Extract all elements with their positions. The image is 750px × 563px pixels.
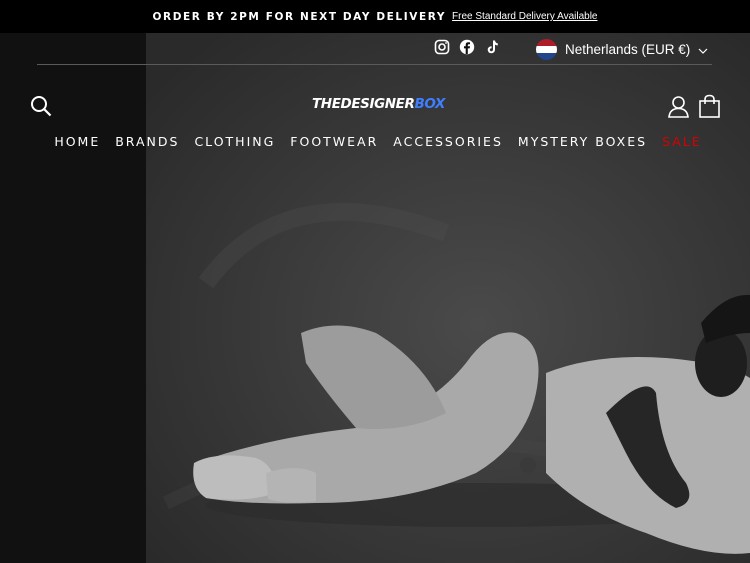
locale-label: Netherlands (EUR €)	[565, 42, 691, 57]
netherlands-flag-icon	[536, 39, 557, 60]
hero-banner[interactable]	[0, 33, 750, 563]
announcement-text: ORDER BY 2PM FOR NEXT DAY DELIVERY	[152, 10, 447, 23]
currency-selector[interactable]: Netherlands (EUR €)	[536, 39, 708, 60]
main-navigation: HOME BRANDS CLOTHING FOOTWEAR ACCESSORIE…	[0, 134, 750, 154]
search-button[interactable]	[30, 95, 52, 117]
header-divider	[37, 64, 712, 65]
utility-bar: Netherlands (EUR €)	[0, 33, 750, 65]
nav-home[interactable]: HOME	[54, 134, 100, 154]
hero-photo	[146, 33, 750, 563]
social-links	[434, 39, 500, 55]
logo-text-main: THEDESIGNER	[312, 96, 415, 112]
announcement-bar: ORDER BY 2PM FOR NEXT DAY DELIVERY Free …	[0, 0, 750, 33]
nav-brands[interactable]: BRANDS	[115, 134, 179, 154]
nav-sale[interactable]: SALE	[662, 134, 702, 154]
hero-left-panel	[0, 33, 146, 563]
user-icon	[668, 96, 689, 118]
nav-accessories[interactable]: ACCESSORIES	[393, 134, 503, 154]
nav-clothing[interactable]: CLOTHING	[194, 134, 275, 154]
chevron-down-icon	[698, 41, 708, 59]
facebook-icon[interactable]	[459, 39, 475, 55]
nav-mystery-boxes[interactable]: MYSTERY BOXES	[518, 134, 647, 154]
cart-button[interactable]	[698, 94, 721, 118]
tiktok-icon[interactable]	[484, 39, 500, 55]
shopping-bag-icon	[699, 94, 720, 118]
site-logo[interactable]: THEDESIGNERBOX	[312, 96, 445, 112]
nav-footwear[interactable]: FOOTWEAR	[290, 134, 378, 154]
search-icon	[31, 96, 52, 117]
logo-text-accent: BOX	[414, 96, 446, 112]
free-delivery-link[interactable]: Free Standard Delivery Available	[452, 11, 597, 22]
account-button[interactable]	[667, 95, 690, 118]
instagram-icon[interactable]	[434, 39, 450, 55]
